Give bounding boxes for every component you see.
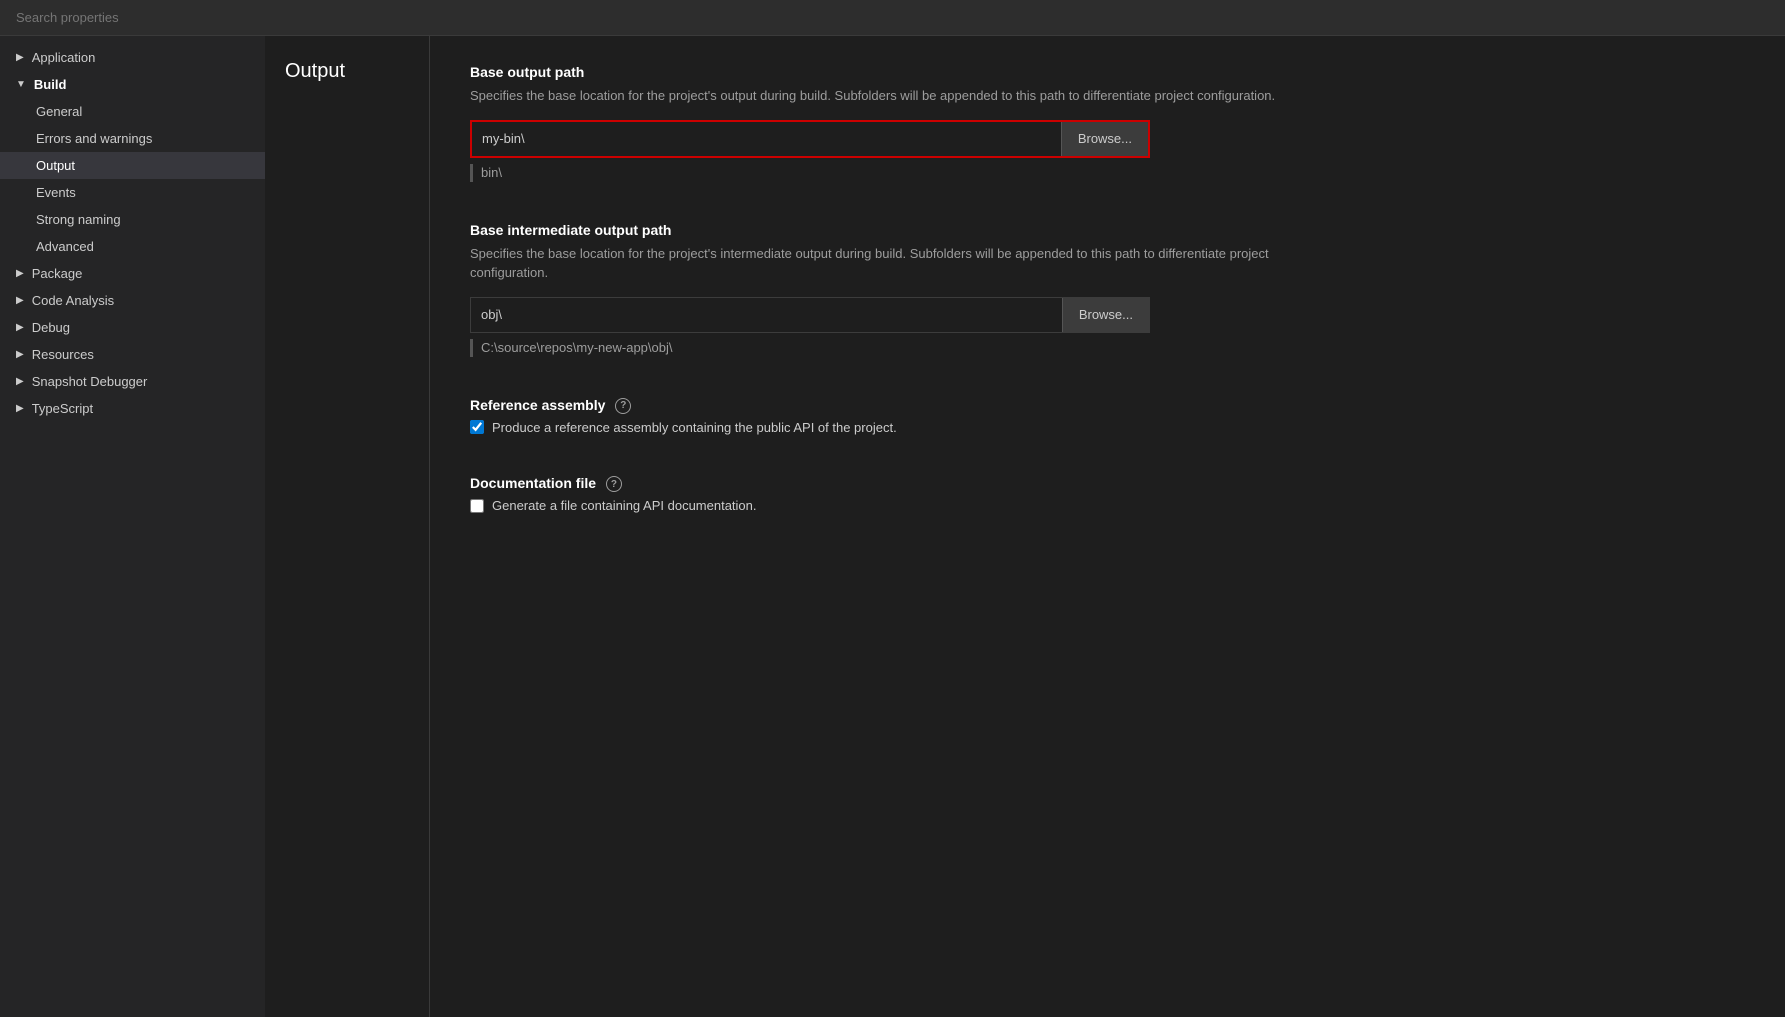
base-output-browse-button[interactable]: Browse... — [1061, 122, 1148, 156]
reference-assembly-checkbox[interactable] — [470, 420, 484, 434]
base-intermediate-title: Base intermediate output path — [470, 222, 1745, 238]
chevron-right-icon: ▶ — [16, 322, 24, 333]
sidebar-item-typescript[interactable]: ▶ TypeScript — [0, 395, 265, 422]
page-title: Output — [285, 60, 409, 83]
sidebar-item-label: TypeScript — [32, 401, 93, 416]
sidebar-item-code-analysis[interactable]: ▶ Code Analysis — [0, 287, 265, 314]
sidebar-sub-label: Advanced — [36, 239, 94, 254]
sidebar: ▶ Application ▼ Build General Errors and… — [0, 36, 265, 1017]
sidebar-item-label: Resources — [32, 347, 94, 362]
sidebar-item-resources[interactable]: ▶ Resources — [0, 341, 265, 368]
documentation-file-section: Documentation file ? Generate a file con… — [470, 475, 1745, 513]
sidebar-item-snapshot-debugger[interactable]: ▶ Snapshot Debugger — [0, 368, 265, 395]
sidebar-item-application[interactable]: ▶ Application — [0, 44, 265, 71]
main-content: Base output path Specifies the base loca… — [430, 36, 1785, 1017]
chevron-right-icon: ▶ — [16, 376, 24, 387]
base-intermediate-section: Base intermediate output path Specifies … — [470, 222, 1745, 357]
chevron-right-icon: ▶ — [16, 52, 24, 63]
documentation-file-checkbox-label: Generate a file containing API documenta… — [492, 498, 757, 513]
base-output-input-row: Browse... — [470, 120, 1150, 158]
documentation-file-checkbox-row: Generate a file containing API documenta… — [470, 498, 1745, 513]
sidebar-item-build-output[interactable]: Output — [0, 152, 265, 179]
base-intermediate-path-input[interactable] — [471, 298, 1062, 332]
reference-assembly-checkbox-label: Produce a reference assembly containing … — [492, 420, 897, 435]
reference-assembly-help-icon[interactable]: ? — [615, 398, 631, 414]
reference-assembly-title: Reference assembly ? — [470, 397, 1745, 414]
sidebar-item-build-general[interactable]: General — [0, 98, 265, 125]
documentation-file-title: Documentation file ? — [470, 475, 1745, 492]
sidebar-item-label: Code Analysis — [32, 293, 114, 308]
main-layout: ▶ Application ▼ Build General Errors and… — [0, 36, 1785, 1017]
sidebar-sub-label: General — [36, 104, 82, 119]
base-output-section: Base output path Specifies the base loca… — [470, 64, 1745, 182]
documentation-file-help-icon[interactable]: ? — [606, 476, 622, 492]
content-area: Output Base output path Specifies the ba… — [265, 36, 1785, 1017]
chevron-right-icon: ▶ — [16, 268, 24, 279]
base-output-desc: Specifies the base location for the proj… — [470, 86, 1290, 106]
sidebar-sub-label: Output — [36, 158, 75, 173]
reference-assembly-section: Reference assembly ? Produce a reference… — [470, 397, 1745, 435]
search-input[interactable] — [16, 10, 1769, 25]
sidebar-item-debug[interactable]: ▶ Debug — [0, 314, 265, 341]
documentation-file-checkbox[interactable] — [470, 499, 484, 513]
hint-value: bin\ — [481, 165, 502, 180]
sidebar-item-build[interactable]: ▼ Build — [0, 71, 265, 98]
sidebar-item-label: Package — [32, 266, 83, 281]
sidebar-sub-label: Errors and warnings — [36, 131, 152, 146]
base-output-title: Base output path — [470, 64, 1745, 80]
search-bar — [0, 0, 1785, 36]
hint-bar — [470, 164, 473, 182]
base-output-hint: bin\ — [470, 164, 1745, 182]
sidebar-sub-label: Strong naming — [36, 212, 121, 227]
chevron-right-icon: ▶ — [16, 349, 24, 360]
sidebar-item-build-strongnaming[interactable]: Strong naming — [0, 206, 265, 233]
chevron-down-icon: ▼ — [16, 79, 26, 90]
sidebar-item-build-events[interactable]: Events — [0, 179, 265, 206]
sidebar-sub-label: Events — [36, 185, 76, 200]
sidebar-item-build-errors[interactable]: Errors and warnings — [0, 125, 265, 152]
sidebar-item-label: Build — [34, 77, 67, 92]
base-output-path-input[interactable] — [472, 122, 1061, 156]
base-intermediate-browse-button[interactable]: Browse... — [1062, 298, 1149, 332]
reference-assembly-checkbox-row: Produce a reference assembly containing … — [470, 420, 1745, 435]
chevron-right-icon: ▶ — [16, 295, 24, 306]
chevron-right-icon: ▶ — [16, 403, 24, 414]
hint-bar — [470, 339, 473, 357]
sidebar-item-label: Application — [32, 50, 96, 65]
page-title-panel: Output — [265, 36, 430, 1017]
sidebar-item-build-advanced[interactable]: Advanced — [0, 233, 265, 260]
base-intermediate-desc: Specifies the base location for the proj… — [470, 244, 1290, 283]
sidebar-item-package[interactable]: ▶ Package — [0, 260, 265, 287]
base-intermediate-hint: C:\source\repos\my-new-app\obj\ — [470, 339, 1745, 357]
hint-value: C:\source\repos\my-new-app\obj\ — [481, 340, 672, 355]
base-intermediate-input-row: Browse... — [470, 297, 1150, 333]
sidebar-item-label: Debug — [32, 320, 70, 335]
sidebar-item-label: Snapshot Debugger — [32, 374, 148, 389]
